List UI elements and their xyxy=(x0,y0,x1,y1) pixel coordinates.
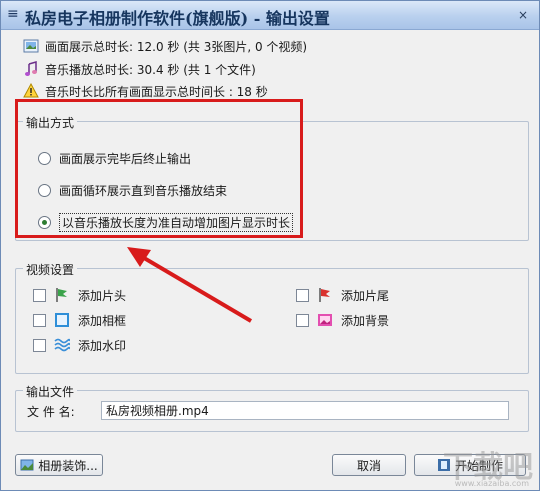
decorate-icon xyxy=(20,459,34,471)
warning-text: 音乐时长比所有画面显示总时间长 : 18 秒 xyxy=(45,84,268,99)
add-outro-option[interactable]: 添加片尾 xyxy=(296,285,389,305)
add-watermark-label: 添加水印 xyxy=(78,338,127,353)
add-watermark-option[interactable]: 添加水印 xyxy=(33,335,126,355)
site-watermark-url: www.xiazaiba.com xyxy=(454,479,529,488)
music-duration-row: 音乐播放总时长: 30.4 秒 (共 1 个文件) xyxy=(23,60,256,78)
image-duration-row: 画面展示总时长: 12.0 秒 (共 3张图片, 0 个视频) xyxy=(23,37,307,55)
image-duration-text: 画面展示总时长: 12.0 秒 (共 3张图片, 0 个视频) xyxy=(45,39,308,54)
add-frame-checkbox[interactable] xyxy=(33,313,46,327)
add-watermark-checkbox[interactable] xyxy=(33,338,46,352)
window-title: 私房电子相册制作软件(旗舰版) - 输出设置 xyxy=(25,9,330,28)
add-intro-checkbox[interactable] xyxy=(33,288,46,302)
title-bar: ≡ 私房电子相册制作软件(旗舰版) - 输出设置 × xyxy=(1,1,539,30)
output-file-group-title: 输出文件 xyxy=(23,383,78,400)
add-intro-option[interactable]: 添加片头 xyxy=(33,285,126,305)
warning-row: 音乐时长比所有画面显示总时间长 : 18 秒 xyxy=(23,82,268,100)
menu-icon[interactable]: ≡ xyxy=(7,7,21,21)
red-flag-icon xyxy=(319,288,330,302)
close-button[interactable]: × xyxy=(515,7,531,23)
picture-icon xyxy=(23,39,39,53)
frame-icon xyxy=(55,313,69,327)
cancel-button[interactable]: 取消 xyxy=(332,454,406,476)
green-flag-icon xyxy=(56,288,67,302)
watermark-icon xyxy=(54,338,70,352)
add-intro-label: 添加片头 xyxy=(78,288,127,303)
album-decorate-button[interactable]: 相册装饰... xyxy=(15,454,103,476)
add-background-checkbox[interactable] xyxy=(296,313,309,327)
file-name-label: 文 件 名: xyxy=(27,405,75,419)
add-outro-checkbox[interactable] xyxy=(296,288,309,302)
video-settings-group-title: 视频设置 xyxy=(23,261,78,278)
background-image-icon xyxy=(318,314,332,326)
add-background-label: 添加背景 xyxy=(341,313,390,328)
output-settings-dialog: ≡ 私房电子相册制作软件(旗舰版) - 输出设置 × 画面展示总时长: 12.0… xyxy=(0,0,540,491)
add-frame-label: 添加相框 xyxy=(78,313,127,328)
highlight-annotation-box xyxy=(15,99,303,238)
add-background-option[interactable]: 添加背景 xyxy=(296,310,389,330)
red-arrow-annotation xyxy=(127,247,253,323)
album-decorate-label: 相册装饰... xyxy=(38,458,98,473)
warning-icon xyxy=(23,83,39,98)
music-duration-text: 音乐播放总时长: 30.4 秒 (共 1 个文件) xyxy=(45,62,256,77)
music-note-icon xyxy=(25,61,37,76)
file-name-input[interactable]: 私房视频相册.mp4 xyxy=(101,401,509,420)
add-frame-option[interactable]: 添加相框 xyxy=(33,310,126,330)
add-outro-label: 添加片尾 xyxy=(341,288,390,303)
cancel-label: 取消 xyxy=(356,458,381,473)
